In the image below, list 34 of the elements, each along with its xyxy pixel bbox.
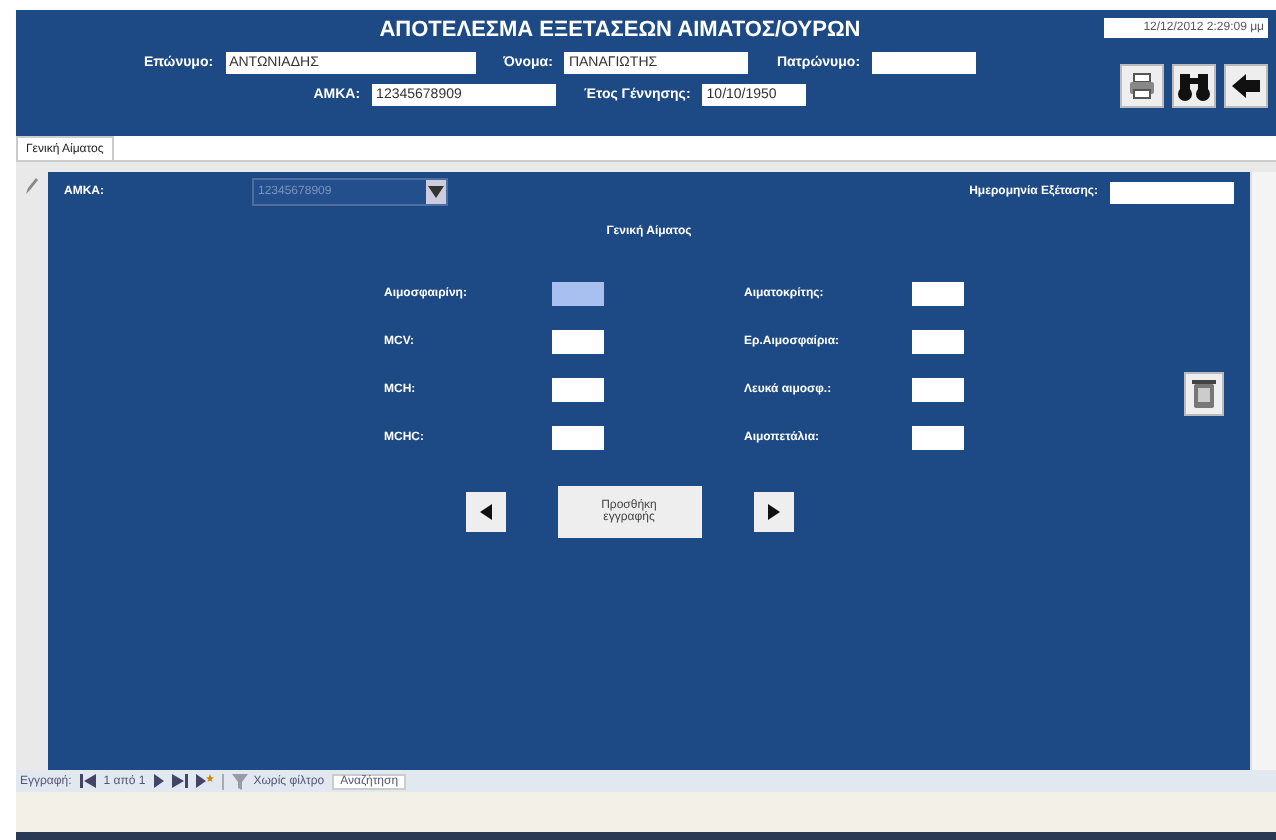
input-field[interactable] — [552, 282, 604, 306]
input-field[interactable] — [552, 330, 604, 354]
new-record-icon — [195, 774, 214, 788]
next-record-button[interactable] — [153, 774, 164, 788]
trash-can-icon — [1190, 378, 1218, 410]
search-button[interactable] — [1172, 64, 1216, 108]
pencil-icon — [24, 176, 40, 196]
right-triangle-icon — [767, 504, 779, 520]
vertical-scrollbar[interactable] — [1250, 172, 1276, 770]
next-button[interactable] — [753, 492, 793, 532]
input-field[interactable] — [912, 426, 964, 450]
input-field[interactable] — [552, 378, 604, 402]
first-icon — [79, 774, 96, 788]
delete-button[interactable] — [1184, 372, 1224, 416]
first-record-button[interactable] — [79, 774, 96, 788]
binoculars-icon — [1176, 68, 1212, 104]
next-icon — [153, 774, 164, 788]
dropdown-arrow-icon — [428, 186, 444, 198]
input-field[interactable] — [1110, 181, 1234, 203]
input-field[interactable] — [912, 330, 964, 354]
form-title: ΑΠΟΤΕΛΕΣΜΑ ΕΞΕΤΑΣΕΩΝ ΑΙΜΑΤΟΣ/ΟΥΡΩΝ — [379, 18, 861, 42]
input-field[interactable] — [912, 282, 964, 306]
back-button[interactable] — [1224, 64, 1268, 108]
input-field[interactable] — [912, 378, 964, 402]
input-field[interactable] — [872, 52, 977, 74]
previous-button[interactable] — [465, 492, 505, 532]
last-icon — [171, 774, 188, 788]
left-triangle-icon — [479, 504, 491, 520]
new-record-button[interactable] — [195, 774, 214, 788]
last-record-button[interactable] — [171, 774, 188, 788]
print-button[interactable] — [1120, 64, 1164, 108]
input-field[interactable] — [552, 426, 604, 450]
printer-icon — [1128, 72, 1156, 100]
left-arrow-icon — [1230, 72, 1262, 100]
